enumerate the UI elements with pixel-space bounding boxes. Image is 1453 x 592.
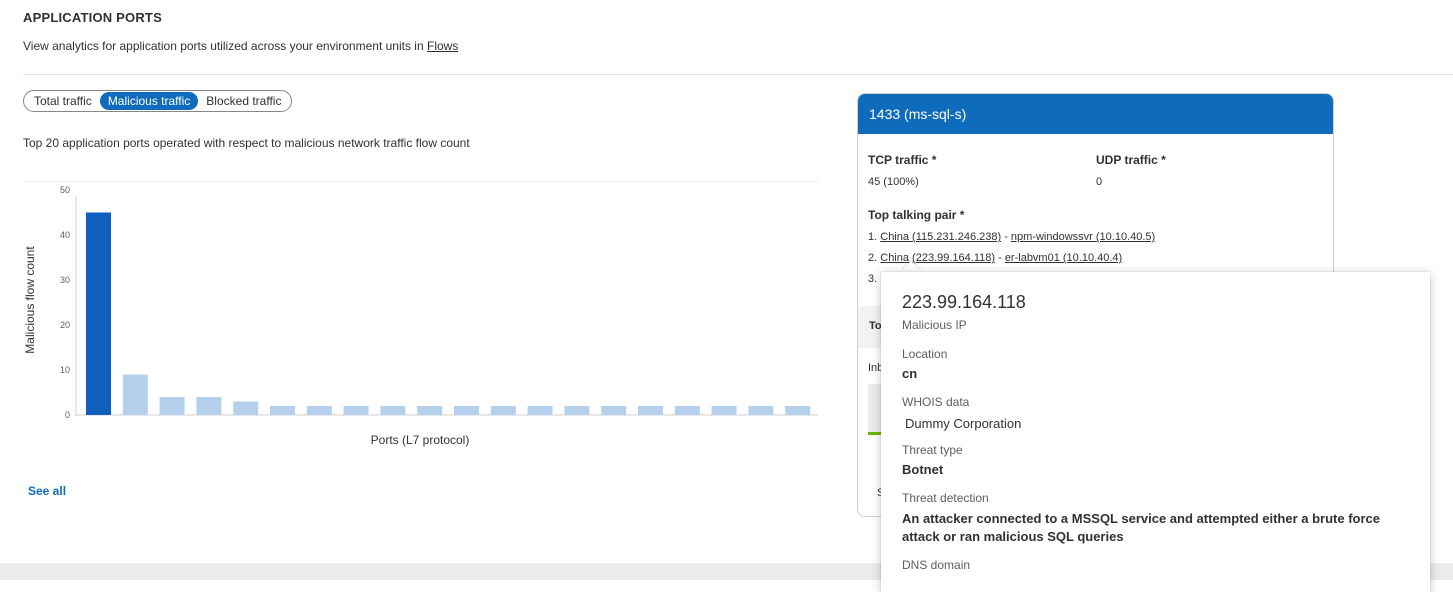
bar-6[interactable]: [270, 406, 295, 415]
flows-link[interactable]: Flows: [427, 39, 458, 53]
bar-5[interactable]: [233, 401, 259, 416]
threat-type-label: Threat type: [902, 443, 963, 457]
chart-description: Top 20 application ports operated with r…: [23, 136, 470, 150]
pair-separator: -: [995, 252, 1005, 264]
y-tick-label: 0: [65, 410, 70, 420]
udp-traffic-label: UDP traffic *: [1096, 153, 1166, 167]
tcp-traffic-label: TCP traffic *: [868, 153, 937, 167]
threat-type-value: Botnet: [902, 462, 944, 477]
bar-13[interactable]: [527, 406, 553, 415]
bar-14[interactable]: [564, 406, 590, 415]
bar-2[interactable]: [122, 374, 148, 416]
bar-20[interactable]: [785, 406, 811, 415]
talking-pair-2: 2. China (223.99.164.118) - er-labvm01 (…: [868, 252, 1122, 264]
bar-15[interactable]: [601, 406, 627, 415]
top-talking-pair-label: Top talking pair *: [868, 208, 965, 222]
partial-bar-fill: [868, 432, 882, 435]
pair-dest-link[interactable]: npm-windowssvr (10.10.40.5): [1011, 231, 1155, 243]
pair-index: 3.: [868, 273, 878, 285]
bar-12[interactable]: [490, 406, 516, 415]
pair-separator: -: [1001, 231, 1011, 243]
card-title: 1433 (ms-sql-s): [858, 94, 1333, 134]
bar-19[interactable]: [748, 406, 774, 415]
udp-traffic-value: 0: [1096, 176, 1103, 188]
talking-pair-1: 1. China (115.231.246.238) - npm-windows…: [868, 231, 1155, 243]
partial-bar-bg: [868, 384, 882, 434]
partial-row-label: To: [869, 320, 882, 332]
pair-source-link[interactable]: China (115.231.246.238): [880, 231, 1001, 243]
bar-3[interactable]: [159, 397, 185, 415]
x-axis-label: Ports (L7 protocol): [371, 433, 470, 447]
tcp-traffic-value: 45 (100%): [868, 176, 919, 188]
y-tick-label: 40: [60, 230, 70, 240]
bar-11[interactable]: [454, 406, 479, 415]
popup-ip-address: 223.99.164.118: [902, 292, 1026, 312]
y-tick-label: 20: [60, 320, 70, 330]
bar-7[interactable]: [306, 406, 332, 415]
bar-1[interactable]: [86, 212, 111, 416]
bar-17[interactable]: [674, 406, 700, 415]
pair-source-link[interactable]: China (223.99.164.118): [880, 252, 995, 264]
threat-detection-value: An attacker connected to a MSSQL service…: [902, 511, 1381, 544]
ports-bar-chart: Malicious flow count Ports (L7 protocol)…: [23, 185, 818, 447]
bar-10[interactable]: [417, 406, 443, 415]
pair-dest-link[interactable]: er-labvm01 (10.10.40.4): [1005, 252, 1122, 264]
y-tick-label: 30: [60, 275, 70, 285]
pair-index: 2.: [868, 252, 878, 264]
bar-8[interactable]: [343, 406, 369, 415]
location-label: Location: [902, 347, 948, 361]
bar-4[interactable]: [196, 397, 222, 415]
bars: [86, 212, 811, 416]
y-tick-label: 10: [60, 365, 70, 375]
subtitle-text: View analytics for application ports uti…: [23, 39, 427, 53]
tab-total-traffic[interactable]: Total traffic: [26, 92, 100, 110]
threat-detection-label: Threat detection: [902, 491, 989, 505]
location-value: cn: [902, 366, 918, 381]
ip-details-popup: 223.99.164.118 Malicious IP Location cn …: [881, 272, 1430, 592]
page-subtitle: View analytics for application ports uti…: [23, 39, 458, 53]
talking-pair-3: 3.: [868, 273, 877, 285]
pair-index: 1.: [868, 231, 878, 243]
tab-malicious-traffic[interactable]: Malicious traffic: [99, 92, 199, 110]
y-ticks: 0 10 20 30 40 50: [60, 185, 70, 420]
page-title: APPLICATION PORTS: [23, 10, 162, 25]
tab-blocked-traffic[interactable]: Blocked traffic: [198, 92, 289, 110]
whois-value: Dummy Corporation: [905, 416, 1022, 431]
header-divider: [23, 74, 1453, 75]
whois-label: WHOIS data: [902, 395, 970, 409]
dns-domain-label: DNS domain: [902, 558, 971, 572]
see-all-link[interactable]: See all: [28, 484, 66, 498]
bar-9[interactable]: [380, 406, 406, 415]
y-axis-label: Malicious flow count: [23, 246, 37, 354]
bar-18[interactable]: [711, 406, 737, 415]
popup-ip-type: Malicious IP: [902, 318, 967, 332]
y-tick-label: 50: [60, 185, 70, 195]
traffic-type-toggle: Total traffic Malicious traffic Blocked …: [23, 90, 293, 112]
bar-16[interactable]: [638, 406, 663, 415]
